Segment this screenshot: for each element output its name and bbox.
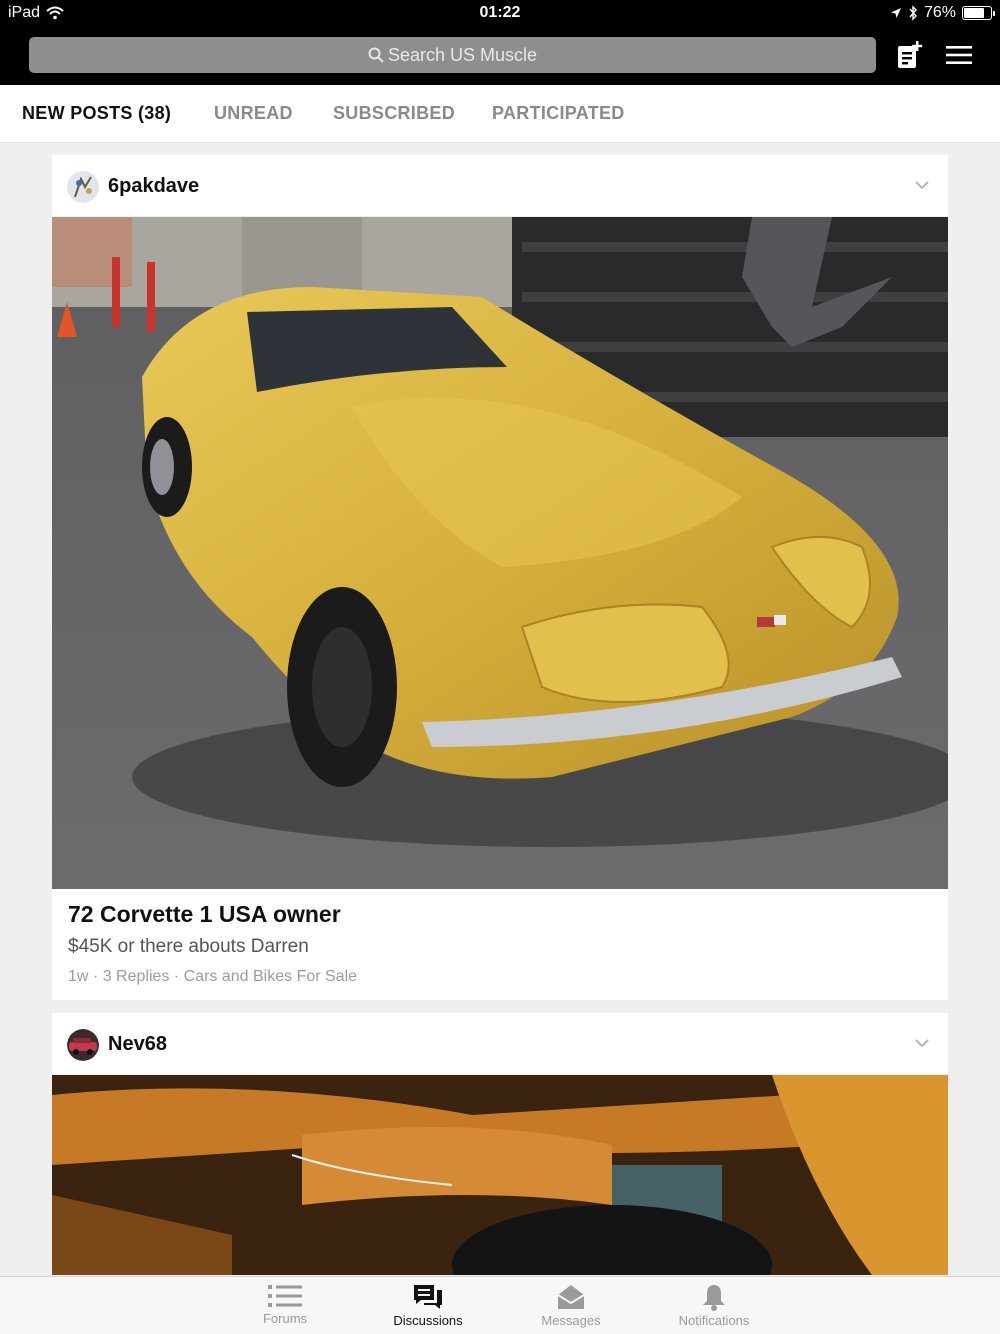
post-excerpt: $45K or there abouts Darren [68,936,309,957]
user-avatar[interactable] [67,1029,99,1061]
post-title[interactable]: 72 Corvette 1 USA owner [68,901,932,928]
corvette-photo-image [52,217,948,889]
bell-icon [703,1285,725,1311]
battery-percent: 76% [923,4,956,21]
post-body: 72 Corvette 1 USA owner $45K or there ab… [52,889,948,1000]
tab-participated[interactable]: PARTICIPATED [492,103,625,124]
new-post-icon[interactable] [896,40,924,70]
meta-separator: · [173,968,180,985]
bottom-tab-label: Forums [262,1311,308,1326]
post-photo[interactable] [52,217,948,889]
user-avatar[interactable] [67,171,99,203]
search-placeholder: Search US Muscle [387,44,538,65]
battery-icon [962,6,995,20]
location-arrow-icon [890,8,901,18]
post-card[interactable]: Nev68 [52,1013,948,1275]
tab-unread[interactable]: UNREAD [214,103,293,124]
status-bar: iPad 01:22 76% [0,0,1000,28]
chevron-down-icon[interactable] [914,179,930,191]
post-username[interactable]: Nev68 [108,1033,167,1056]
bottom-tab-messages[interactable]: Messages [511,1277,631,1334]
search-icon [368,47,384,63]
engine-bay-photo-image [52,1075,948,1275]
app-screen: iPad 01:22 76% Search US Muscle NEW POST… [0,0,1000,1334]
tab-new-posts[interactable]: NEW POSTS (38) [22,103,171,124]
bottom-tab-bar: Forums Discussions Messages Notification… [0,1276,1000,1334]
bottom-tab-notifications[interactable]: Notifications [654,1277,774,1334]
post-header: 6pakdave [52,155,948,217]
search-field[interactable]: Search US Muscle [29,37,876,73]
tab-subscribed[interactable]: SUBSCRIBED [333,103,455,124]
post-replies: 3 Replies [102,968,170,985]
battery-fill [964,8,984,18]
filter-tabs: NEW POSTS (38) UNREAD SUBSCRIBED PARTICI… [0,85,1000,143]
bottom-tab-label: Messages [541,1313,601,1328]
bottom-tab-forums[interactable]: Forums [225,1277,345,1334]
post-card[interactable]: 6pakdave 72 Corvette 1 USA owner $45K or… [52,155,948,1000]
chevron-down-icon[interactable] [914,1037,930,1049]
bottom-tab-label: Notifications [678,1313,750,1328]
bottom-tab-discussions[interactable]: Discussions [368,1277,488,1334]
bottom-tab-label: Discussions [393,1313,463,1328]
bluetooth-icon [909,5,917,21]
post-forum[interactable]: Cars and Bikes For Sale [184,968,357,985]
meta-separator: · [92,968,99,985]
clock: 01:22 [479,4,521,21]
post-meta: 1w · 3 Replies · Cars and Bikes For Sale [68,968,932,986]
status-right: 76% [890,4,995,22]
chat-bubbles-icon [414,1285,442,1309]
post-username[interactable]: 6pakdave [108,175,199,198]
post-header: Nev68 [52,1013,948,1075]
post-photo[interactable] [52,1075,948,1275]
top-bar: Search US Muscle [0,28,1000,85]
list-icon [268,1285,302,1307]
envelope-icon [557,1285,585,1309]
post-time: 1w [68,968,89,985]
hamburger-menu-icon[interactable] [946,44,972,66]
